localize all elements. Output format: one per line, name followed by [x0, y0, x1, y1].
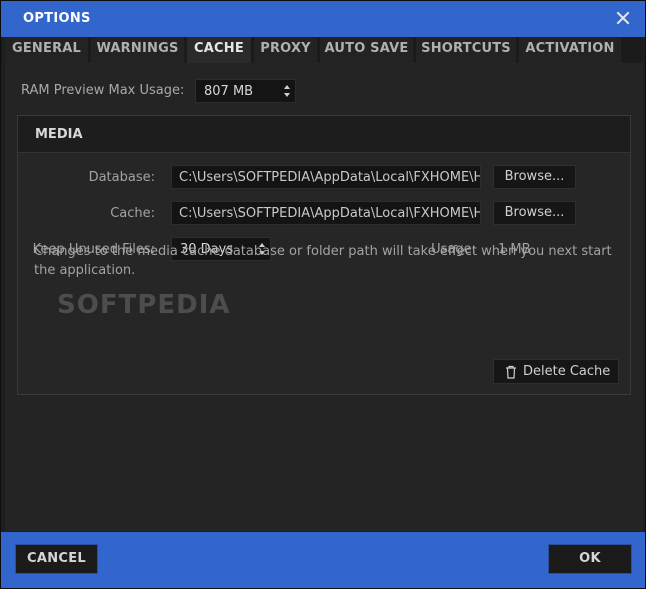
database-browse-button[interactable]: Browse... [493, 165, 576, 189]
media-group: MEDIA Database: C:\Users\SOFTPEDIA\AppDa… [17, 115, 631, 395]
tab-auto-save[interactable]: AUTO SAVE [320, 37, 413, 63]
cache-label: Cache: [110, 206, 155, 221]
cache-tab-panel: RAM Preview Max Usage: 807 MB MEDIA Data… [5, 63, 643, 531]
tab-bar: GENERAL WARNINGS CACHE PROXY AUTO SAVE S… [5, 37, 643, 63]
database-label: Database: [88, 170, 155, 185]
tab-proxy[interactable]: PROXY [254, 37, 317, 63]
ram-preview-spinbox[interactable]: 807 MB [195, 79, 296, 103]
trash-icon [505, 365, 517, 383]
ok-button[interactable]: OK [548, 544, 632, 574]
database-path-field[interactable]: C:\Users\SOFTPEDIA\AppData\Local\FXHOME\… [171, 165, 481, 189]
dialog-footer: CANCEL OK [1, 532, 645, 588]
delete-cache-button[interactable]: Delete Cache [493, 359, 619, 384]
tab-general[interactable]: GENERAL [5, 37, 88, 63]
media-group-header: MEDIA [18, 116, 630, 153]
tab-activation[interactable]: ACTIVATION [519, 37, 621, 63]
spinner-arrows-icon[interactable] [282, 82, 292, 100]
ram-preview-value: 807 MB [204, 84, 254, 99]
title-bar: OPTIONS [1, 1, 645, 37]
close-button[interactable] [615, 10, 631, 26]
options-dialog: OPTIONS GENERAL WARNINGS CACHE PROXY AUT… [0, 0, 646, 589]
close-icon [616, 11, 630, 25]
cancel-button[interactable]: CANCEL [15, 544, 98, 574]
delete-cache-label: Delete Cache [523, 364, 611, 379]
cache-path-field[interactable]: C:\Users\SOFTPEDIA\AppData\Local\FXHOME\… [171, 201, 481, 225]
cache-info-note: Changes to the media cache database or f… [34, 244, 612, 278]
ram-preview-label: RAM Preview Max Usage: [21, 83, 185, 98]
tab-shortcuts[interactable]: SHORTCUTS [416, 37, 516, 63]
cache-browse-button[interactable]: Browse... [493, 201, 576, 225]
tab-warnings[interactable]: WARNINGS [91, 37, 184, 63]
dialog-title: OPTIONS [23, 11, 91, 26]
media-group-title: MEDIA [35, 127, 83, 142]
tab-cache[interactable]: CACHE [187, 37, 251, 63]
